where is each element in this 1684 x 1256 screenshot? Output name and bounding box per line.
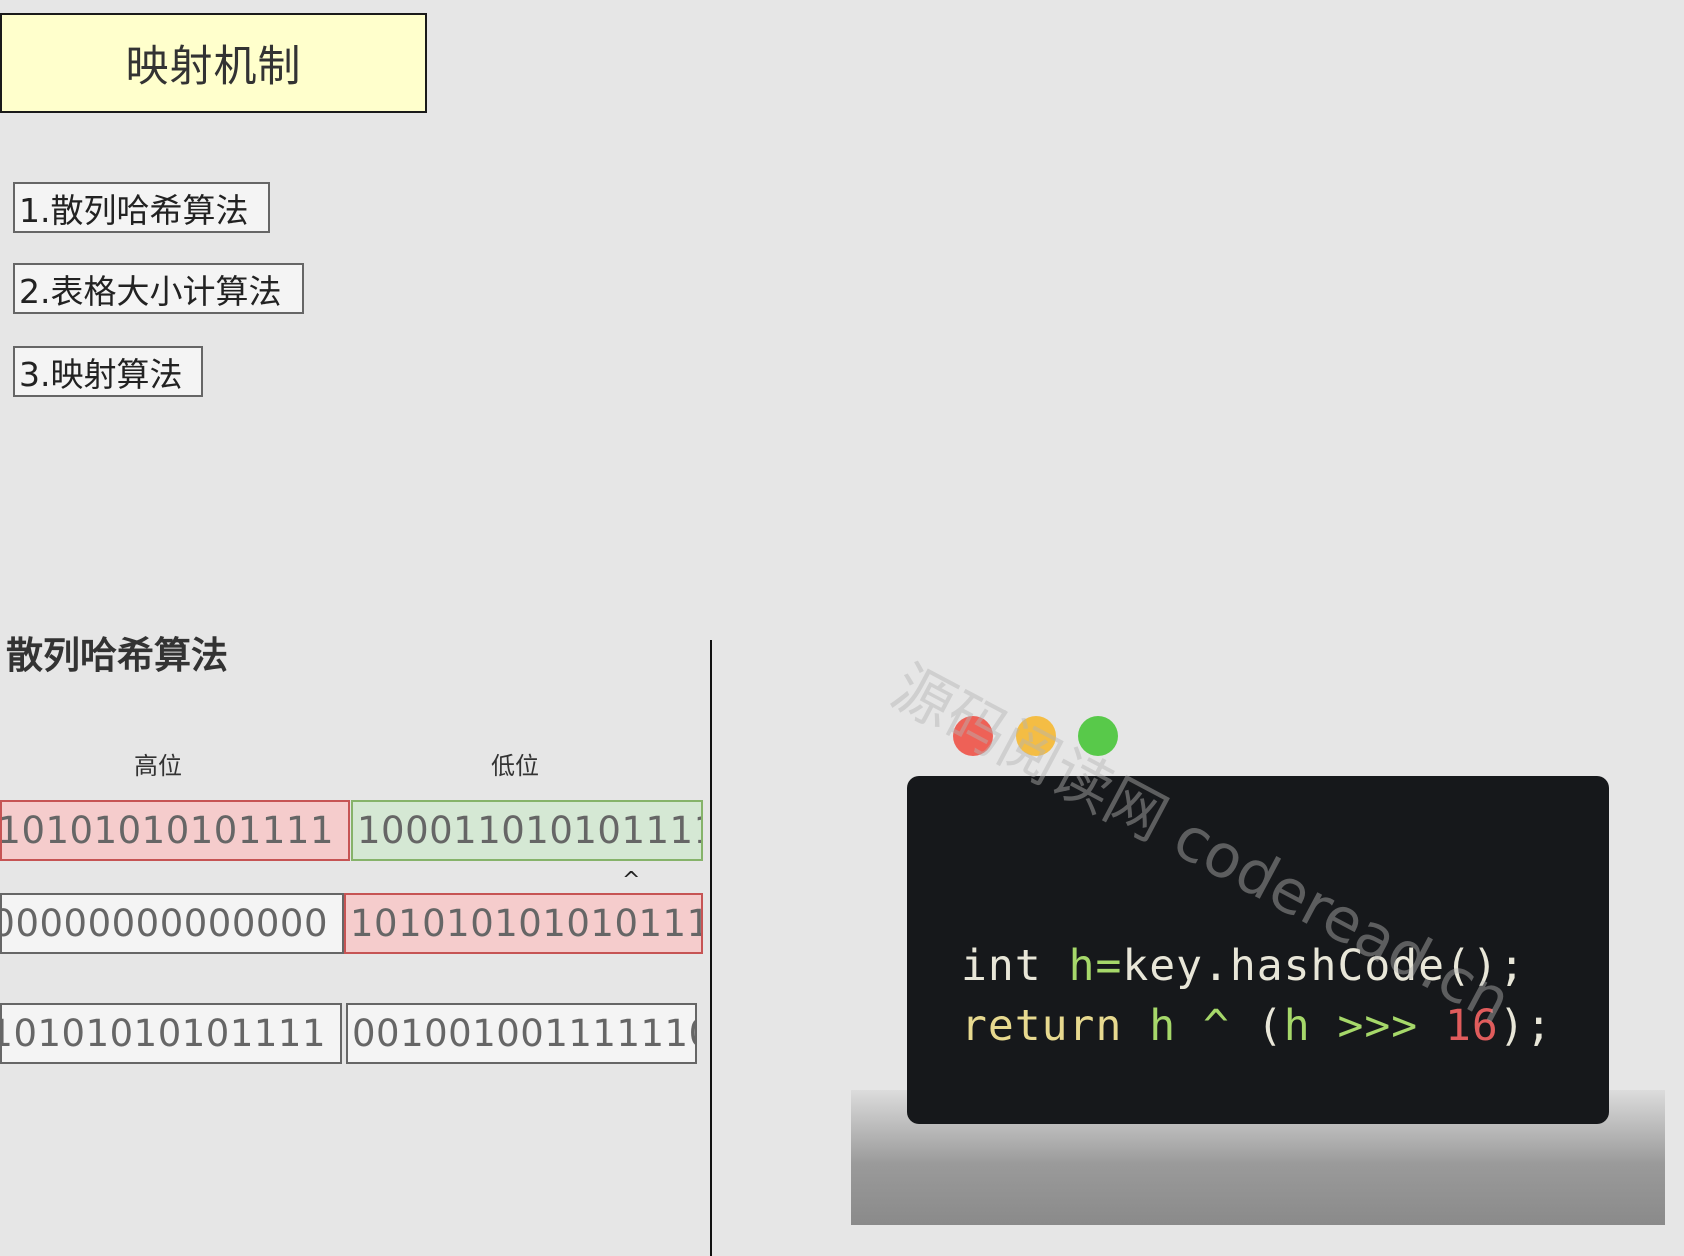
code-paren: );	[1498, 1001, 1553, 1051]
low-bits-label: 低位	[491, 752, 539, 780]
code-operator: >>>	[1337, 1001, 1419, 1051]
code-operator: ^	[1203, 1001, 1230, 1051]
code-variable: h	[1283, 1001, 1311, 1051]
menu-item-hash-algorithm[interactable]: 1.散列哈希算法	[13, 182, 270, 233]
code-operator: =	[1095, 941, 1123, 991]
row1-low-bits: 1000110101011111	[351, 800, 703, 861]
page-title: 映射机制	[0, 13, 427, 113]
section-heading: 散列哈希算法	[6, 634, 228, 677]
row3-high-bits: 1010101010101111	[0, 1003, 342, 1064]
code-variable: h	[1068, 941, 1096, 991]
row2-high-bits: 0000000000000000	[0, 893, 344, 954]
row1-high-bits: 1010101010101111	[0, 800, 350, 861]
code-paren: (	[1256, 1001, 1284, 1051]
code-variable: h	[1149, 1001, 1177, 1051]
code-keyword: int	[961, 941, 1042, 991]
menu-item-mapping-algorithm[interactable]: 3.映射算法	[13, 346, 203, 397]
xor-symbol: ^	[622, 868, 641, 893]
row2-low-bits: 1010101010101111	[344, 893, 703, 954]
vertical-divider	[710, 640, 712, 1256]
high-bits-label: 高位	[134, 752, 182, 780]
code-keyword: return	[961, 1001, 1123, 1051]
row3-low-bits: 0010010011111101	[346, 1003, 697, 1064]
menu-item-table-size-algorithm[interactable]: 2.表格大小计算法	[13, 263, 304, 314]
